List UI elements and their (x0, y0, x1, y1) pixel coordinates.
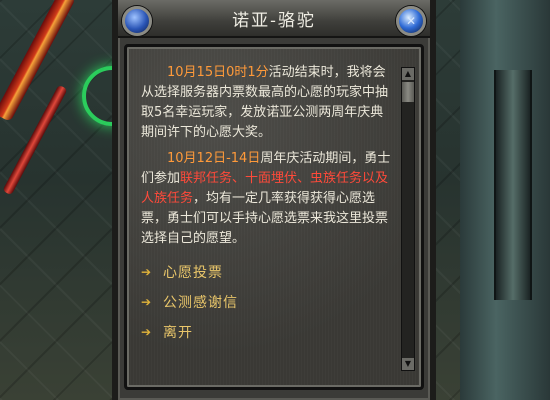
dialog-content: 10月15日0时1分活动结束时，我将会从选择服务器内票数最高的心愿的玩家中抽取5… (141, 63, 395, 377)
npc-dialog: 诺亚-骆驼 ✕ 10月15日0时1分活动结束时，我将会从选择服务器内票数最高的心… (112, 0, 436, 400)
blue-orb-icon (122, 6, 152, 36)
scroll-up-icon[interactable]: ▲ (402, 68, 414, 80)
dialog-content-frame: 10月15日0时1分活动结束时，我将会从选择服务器内票数最高的心愿的玩家中抽取5… (124, 44, 424, 390)
date-highlight-2: 10月12日-14日 (167, 151, 261, 166)
scroll-thumb[interactable] (402, 82, 414, 102)
dialog-options: ➔ 心愿投票 ➔ 公测感谢信 ➔ 离开 (141, 259, 395, 345)
option-label: 公测感谢信 (163, 295, 238, 311)
arrow-right-icon: ➔ (141, 325, 152, 339)
date-highlight-1: 10月15日0时1分 (167, 65, 269, 80)
option-vote[interactable]: ➔ 心愿投票 (141, 259, 395, 285)
arrow-right-icon: ➔ (141, 265, 152, 279)
option-leave[interactable]: ➔ 离开 (141, 319, 395, 345)
option-label: 离开 (163, 325, 193, 341)
option-label: 心愿投票 (163, 265, 223, 281)
dialog-titlebar[interactable]: 诺亚-骆驼 ✕ (118, 0, 430, 38)
scroll-down-icon[interactable]: ▼ (402, 358, 414, 370)
paragraph-1: 10月15日0时1分活动结束时，我将会从选择服务器内票数最高的心愿的玩家中抽取5… (141, 63, 395, 143)
paragraph-2: 10月12日-14日周年庆活动期间，勇士们参加联邦任务、十面埋伏、虫族任务以及人… (141, 149, 395, 249)
scrollbar[interactable]: ▲ ▼ (401, 67, 415, 371)
pillar (494, 70, 532, 300)
close-orb-icon[interactable]: ✕ (396, 6, 426, 36)
option-thanks-letter[interactable]: ➔ 公测感谢信 (141, 289, 395, 315)
dialog-title: 诺亚-骆驼 (232, 10, 316, 31)
arrow-right-icon: ➔ (141, 295, 152, 309)
